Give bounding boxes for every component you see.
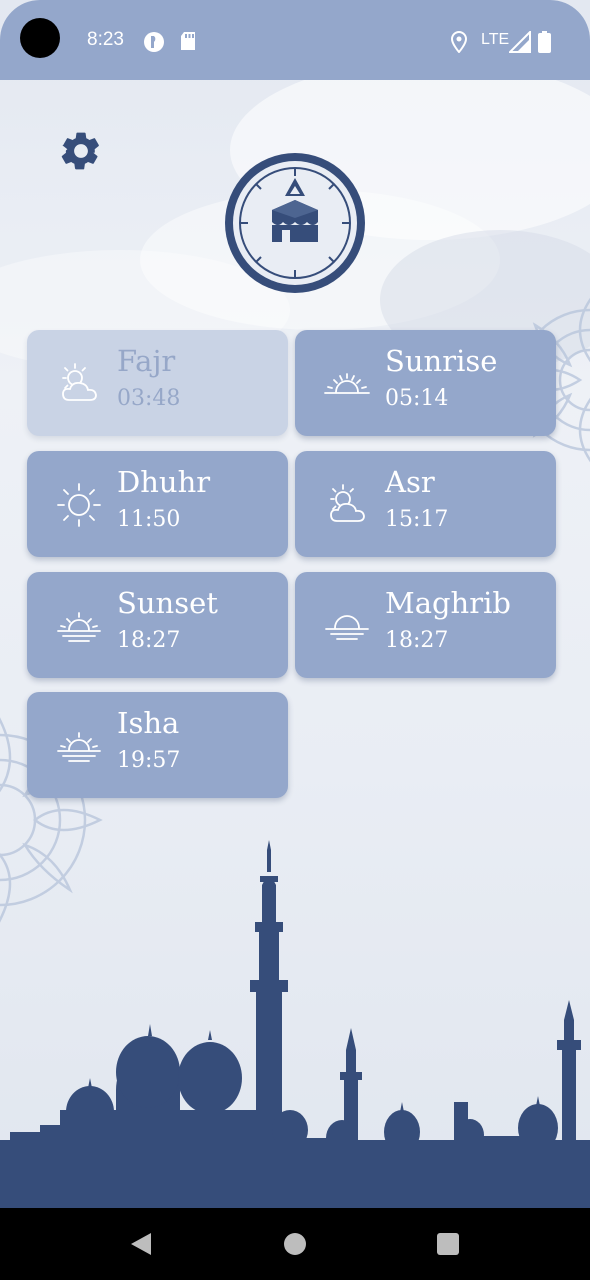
kaaba-compass-icon	[225, 153, 365, 293]
partly-cloudy-icon	[330, 484, 365, 522]
prayer-card-sunset[interactable]: Sunset 18:27	[27, 572, 288, 678]
prayer-card-dhuhr[interactable]: Dhuhr 11:50	[27, 451, 288, 557]
sunset-icon	[57, 612, 101, 642]
recents-icon[interactable]	[432, 1228, 464, 1260]
prayer-name: Dhuhr	[117, 465, 211, 499]
prayer-name: Sunset	[117, 586, 218, 620]
prayer-name: Maghrib	[385, 586, 511, 620]
sunset-icon	[57, 732, 101, 762]
prayer-card-isha[interactable]: Isha 19:57	[27, 692, 288, 798]
data-saver-icon	[144, 32, 164, 52]
sun-icon	[57, 483, 101, 527]
location-icon	[450, 31, 468, 53]
status-bar: 8:23 LTE	[0, 0, 590, 80]
battery-icon	[538, 31, 551, 53]
prayer-card-fajr[interactable]: Fajr 03:48	[27, 330, 288, 436]
prayer-card-sunrise[interactable]: Sunrise 05:14	[295, 330, 556, 436]
prayer-name: Isha	[117, 706, 180, 740]
prayer-time: 15:17	[385, 507, 449, 532]
back-icon[interactable]	[125, 1228, 157, 1260]
prayer-time: 05:14	[385, 386, 449, 411]
mosque-silhouette	[0, 840, 590, 1210]
sun-horizon-icon	[325, 615, 369, 640]
prayer-time: 18:27	[385, 628, 449, 653]
camera-cutout	[20, 18, 60, 58]
system-nav-bar	[0, 1208, 590, 1280]
prayer-card-asr[interactable]: Asr 15:17	[295, 451, 556, 557]
network-type: LTE	[481, 31, 510, 48]
home-icon[interactable]	[279, 1228, 311, 1260]
sd-card-icon	[181, 32, 195, 50]
prayer-time: 19:57	[117, 748, 181, 773]
prayer-name: Fajr	[117, 344, 176, 378]
partly-cloudy-icon	[62, 363, 97, 401]
prayer-card-maghrib[interactable]: Maghrib 18:27	[295, 572, 556, 678]
prayer-time: 11:50	[117, 507, 181, 532]
sunrise-icon	[324, 373, 370, 394]
prayer-name: Asr	[385, 465, 435, 499]
status-time: 8:23	[87, 29, 124, 50]
gear-icon[interactable]	[58, 128, 104, 174]
prayer-time: 18:27	[117, 628, 181, 653]
prayer-time: 03:48	[117, 386, 181, 411]
signal-icon	[509, 31, 531, 53]
app-screen: 8:23 LTE Fajr 03:48 Sunrise 05:14 Dhuhr …	[0, 0, 590, 1280]
prayer-name: Sunrise	[385, 344, 498, 378]
